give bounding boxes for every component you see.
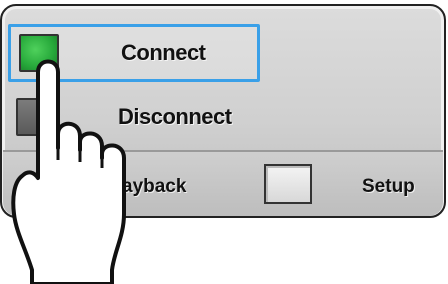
disconnect-label: Disconnect [118, 104, 232, 129]
playback-button[interactable]: ayback [122, 176, 186, 198]
connect-checkbox[interactable] [19, 34, 59, 72]
setup-button[interactable]: Setup [362, 176, 415, 198]
connect-label: Connect [121, 40, 206, 65]
connection-screen: Connect Disconnect ayback Setup [0, 0, 448, 284]
disconnect-option[interactable]: Disconnect [8, 88, 260, 146]
setup-icon[interactable] [264, 164, 312, 204]
disconnect-checkbox[interactable] [16, 98, 56, 136]
connect-option[interactable]: Connect [8, 24, 260, 82]
